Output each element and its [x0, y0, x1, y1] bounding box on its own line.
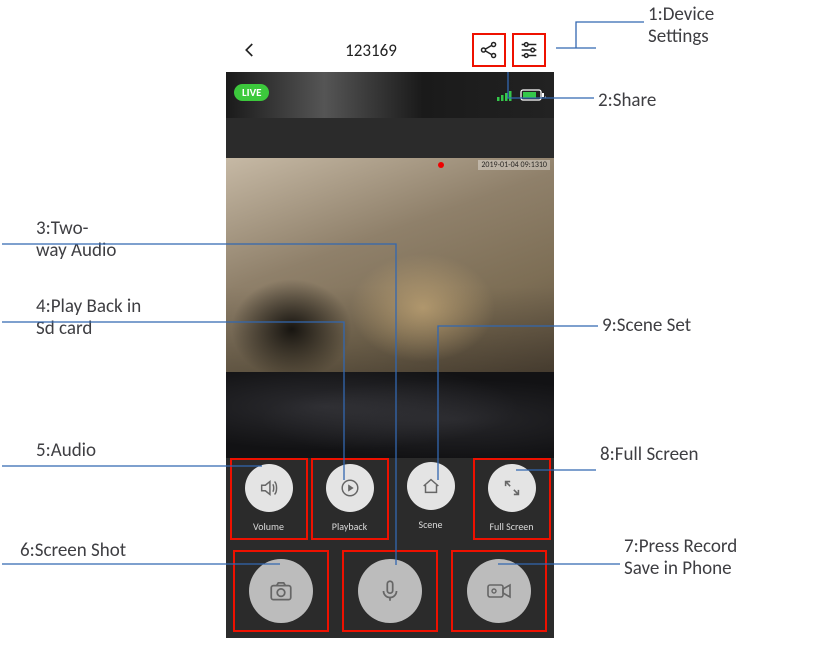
- signal-icon: [496, 88, 516, 102]
- microphone-icon: [377, 578, 403, 604]
- volume-label: Volume: [253, 520, 284, 533]
- fullscreen-label: Full Screen: [489, 520, 533, 533]
- small-controls: Volume Playback Scene: [226, 458, 554, 546]
- anno-3: 3:Two-way Audio: [36, 218, 116, 262]
- fullscreen-button[interactable]: Full Screen: [473, 458, 551, 540]
- share-button[interactable]: [472, 33, 506, 67]
- svg-text:ϟ: ϟ: [545, 89, 546, 102]
- anno-5: 5:Audio: [36, 440, 96, 462]
- screenshot-button[interactable]: [233, 550, 329, 632]
- home-icon: [420, 475, 442, 497]
- anno-8: 8:Full Screen: [600, 444, 698, 466]
- app-header: 123169: [226, 28, 554, 72]
- chevron-left-icon: [241, 41, 259, 59]
- settings-button[interactable]: [512, 33, 546, 67]
- anno-6: 6:Screen Shot: [20, 540, 126, 562]
- live-badge: LIVE: [234, 84, 269, 101]
- scene-label: Scene: [418, 518, 442, 531]
- video-timestamp: 2019-01-04 09:1310: [478, 160, 550, 170]
- anno-2: 2:Share: [598, 90, 656, 112]
- expand-icon: [501, 477, 523, 499]
- live-video[interactable]: 2019-01-04 09:1310: [226, 158, 554, 372]
- anno-4: 4:Play Back inSd card: [36, 296, 141, 340]
- status-indicators: ϟ: [496, 88, 546, 102]
- speaker-icon: [258, 477, 280, 499]
- playback-label: Playback: [332, 520, 367, 533]
- back-button[interactable]: [230, 30, 270, 70]
- anno-9: 9:Scene Set: [602, 315, 691, 337]
- battery-icon: ϟ: [520, 88, 546, 102]
- camera-icon: [268, 578, 294, 604]
- anno-1: 1:DeviceSettings: [648, 4, 714, 48]
- video-camera-icon: [485, 578, 513, 604]
- scene-button[interactable]: Scene: [392, 458, 470, 540]
- share-icon: [478, 39, 500, 61]
- microphone-button[interactable]: [342, 550, 438, 632]
- device-title: 123169: [345, 40, 397, 61]
- big-controls: [226, 548, 554, 634]
- play-circle-icon: [339, 477, 361, 499]
- phone-screen: 123169: [226, 28, 554, 638]
- playback-button[interactable]: Playback: [311, 458, 389, 540]
- recording-dot-icon: [438, 162, 444, 168]
- header-actions: [472, 33, 550, 67]
- video-gap: [226, 372, 554, 458]
- record-button[interactable]: [451, 550, 547, 632]
- anno-7: 7:Press RecordSave in Phone: [624, 536, 737, 580]
- volume-button[interactable]: Volume: [230, 458, 308, 540]
- sliders-icon: [518, 39, 540, 61]
